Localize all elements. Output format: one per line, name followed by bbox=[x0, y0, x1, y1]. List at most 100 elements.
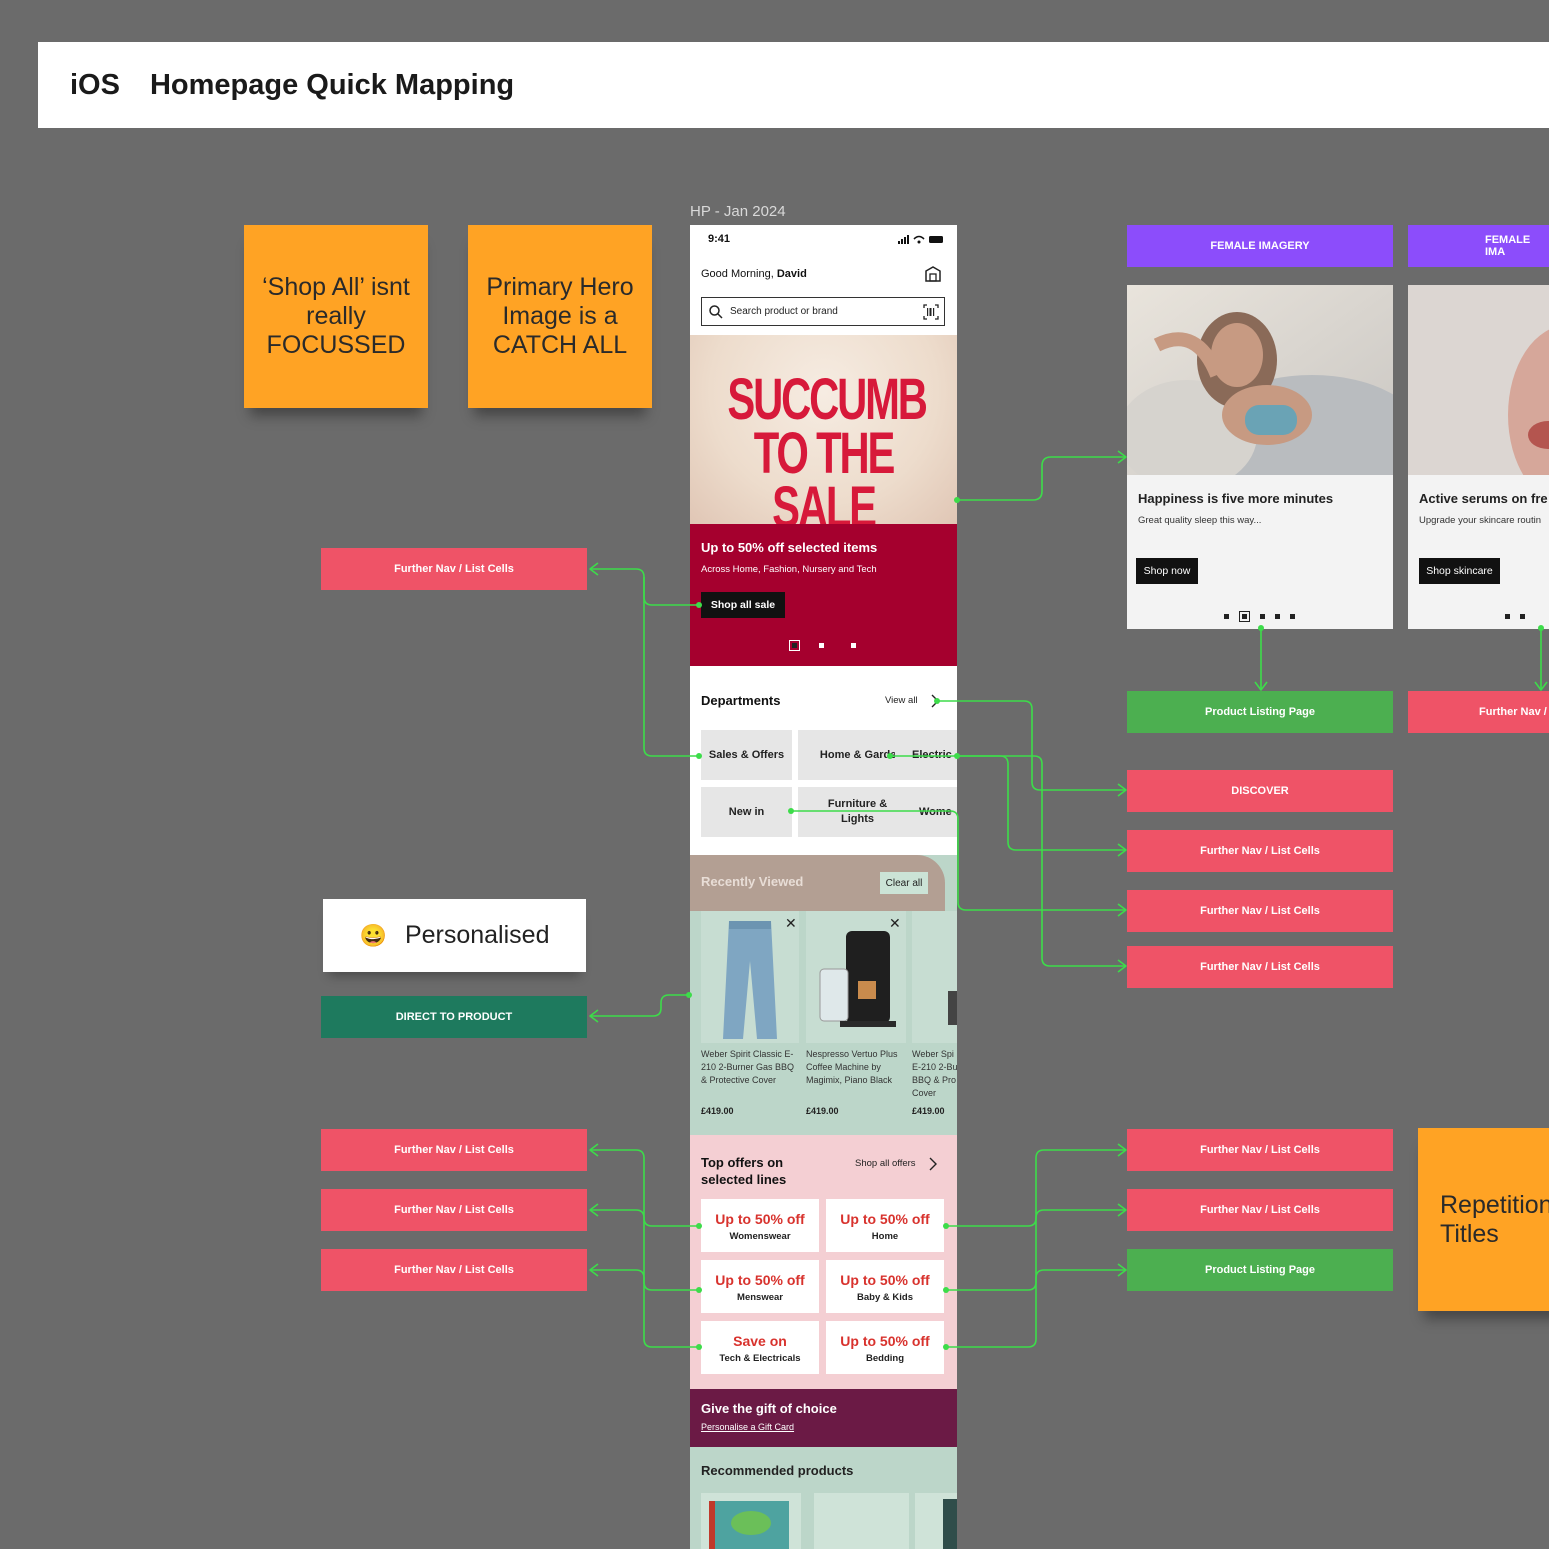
product-price: £419.00 bbox=[701, 1106, 734, 1116]
further-nav-tag: Further Nav / List Cells bbox=[1127, 830, 1393, 872]
status-time: 9:41 bbox=[708, 233, 731, 245]
page-title: Homepage Quick Mapping bbox=[149, 68, 515, 101]
product-price: £419.00 bbox=[806, 1106, 839, 1116]
further-nav-tag: Further Nav / List Cells bbox=[1127, 1129, 1393, 1171]
search-input[interactable]: Search product or brand bbox=[701, 297, 945, 326]
offer-category: Bedding bbox=[866, 1353, 904, 1364]
phone-frame: 9:41 Good Morning, David Search product … bbox=[690, 225, 957, 1549]
offer-tile-baby-kids[interactable]: Up to 50% off Baby & Kids bbox=[826, 1260, 944, 1313]
hero-card-title: Happiness is five more minutes bbox=[1138, 491, 1334, 506]
top-offers-title: Top offers on selected lines bbox=[701, 1155, 787, 1187]
further-nav-tag: Further Nav / List Cells bbox=[321, 1249, 587, 1291]
hero-promo-title: Up to 50% off selected items bbox=[701, 540, 878, 555]
hero-banner[interactable]: SUCCUMB TO THE SALE bbox=[690, 335, 957, 537]
chevron-right-icon[interactable] bbox=[928, 1157, 938, 1171]
remove-item-icon[interactable]: ✕ bbox=[889, 915, 901, 932]
recently-viewed-section: Recently Viewed Clear all ✕ Weber Spirit… bbox=[690, 855, 957, 1135]
shop-all-sale-button[interactable]: Shop all sale bbox=[701, 592, 785, 618]
gift-card-title: Give the gift of choice bbox=[701, 1401, 837, 1416]
offer-category: Home bbox=[871, 1231, 899, 1242]
departments-title: Departments bbox=[701, 693, 781, 708]
carousel-dots[interactable] bbox=[1500, 608, 1549, 629]
further-nav-tag: Further Nav / List Cells bbox=[321, 1189, 587, 1231]
recommended-product-image[interactable] bbox=[915, 1493, 957, 1549]
platform-label: iOS bbox=[70, 68, 120, 101]
carousel-dots[interactable] bbox=[1219, 608, 1300, 626]
hero-promo-subtitle: Across Home, Fashion, Nursery and Tech bbox=[701, 564, 877, 575]
product-listing-page-tag: Product Listing Page bbox=[1127, 691, 1393, 733]
discover-tag: DISCOVER bbox=[1127, 770, 1393, 812]
recommended-section: Recommended products bbox=[690, 1447, 957, 1549]
direct-to-product-tag: DIRECT TO PRODUCT bbox=[321, 996, 587, 1038]
offer-tile-tech[interactable]: Save on Tech & Electricals bbox=[701, 1321, 819, 1374]
female-imagery-tag: FEMALE IMAGERY bbox=[1127, 225, 1393, 267]
hero-card-title: Active serums on fre bbox=[1419, 491, 1548, 506]
offer-category: Womenswear bbox=[729, 1231, 791, 1242]
sticky-note-primary-hero: Primary Hero Image is a CATCH ALL bbox=[468, 225, 652, 408]
face-closeup-image bbox=[1408, 285, 1549, 475]
hero-card-skincare[interactable]: Active serums on fre Upgrade your skinca… bbox=[1408, 285, 1549, 629]
offer-headline: Up to 50% off bbox=[840, 1211, 930, 1227]
further-nav-tag: Further Nav / List Cells bbox=[321, 1129, 587, 1171]
gift-card-banner[interactable]: Give the gift of choice Personalise a Gi… bbox=[690, 1389, 957, 1447]
book-image bbox=[709, 1501, 789, 1549]
barcode-scan-icon[interactable] bbox=[923, 304, 939, 320]
grinning-face-icon: 😀 bbox=[359, 922, 387, 948]
product-image-bbq[interactable] bbox=[912, 911, 957, 1043]
offer-tile-menswear[interactable]: Up to 50% off Menswear bbox=[701, 1260, 819, 1313]
hero-carousel-dots[interactable] bbox=[784, 637, 861, 655]
clear-all-button[interactable]: Clear all bbox=[880, 872, 928, 894]
recommended-product-image[interactable] bbox=[701, 1493, 801, 1549]
status-icons bbox=[898, 235, 943, 244]
hero-line-1: SUCCUMB bbox=[727, 367, 927, 432]
product-name[interactable]: Weber Spirit Classic E-210 2-Burner Gas … bbox=[701, 1048, 796, 1087]
product-price: £419.00 bbox=[912, 1106, 945, 1116]
store-icon[interactable] bbox=[924, 265, 942, 283]
offer-tile-womenswear[interactable]: Up to 50% off Womenswear bbox=[701, 1199, 819, 1252]
top-offers-section: Top offers on selected lines Shop all of… bbox=[690, 1135, 957, 1389]
woman-in-bed-image bbox=[1127, 285, 1393, 475]
offer-headline: Up to 50% off bbox=[840, 1272, 930, 1288]
product-name[interactable]: Weber Spi E-210 2-Bur BBQ & Pro Cover bbox=[912, 1048, 957, 1100]
offer-category: Menswear bbox=[737, 1292, 783, 1303]
offer-category: Tech & Electricals bbox=[719, 1353, 801, 1364]
page-header: iOS Homepage Quick Mapping bbox=[38, 42, 1549, 128]
product-name[interactable]: Nespresso Vertuo Plus Coffee Machine by … bbox=[806, 1048, 904, 1087]
offer-headline: Up to 50% off bbox=[715, 1211, 805, 1227]
hero-promo-panel: Up to 50% off selected items Across Home… bbox=[690, 524, 957, 666]
shop-all-offers-link[interactable]: Shop all offers bbox=[855, 1158, 916, 1169]
sticky-note-repetition: Repetition Titles bbox=[1418, 1128, 1549, 1311]
search-placeholder: Search product or brand bbox=[730, 306, 838, 317]
person-image bbox=[943, 1499, 957, 1549]
further-nav-tag: Further Nav / List Cells bbox=[1127, 946, 1393, 988]
chevron-right-icon[interactable] bbox=[930, 694, 940, 708]
departments-view-all-link[interactable]: View all bbox=[885, 695, 918, 706]
hero-line-2: TO THE SALE bbox=[753, 421, 896, 540]
remove-item-icon[interactable]: ✕ bbox=[785, 915, 797, 932]
dept-tile-new-in[interactable]: New in bbox=[701, 787, 792, 837]
further-nav-tag: Further Nav / List Cells bbox=[321, 548, 587, 590]
greeting: Good Morning, David bbox=[701, 268, 807, 280]
personalise-gift-card-link[interactable]: Personalise a Gift Card bbox=[701, 1422, 794, 1432]
further-nav-tag: Further Nav / List Cells bbox=[1127, 1189, 1393, 1231]
dept-tile-electricals[interactable]: Electric bbox=[895, 730, 957, 780]
personalised-note: 😀 Personalised bbox=[323, 899, 586, 972]
recommended-product-image[interactable] bbox=[814, 1493, 909, 1549]
female-imagery-tag: FEMALE IMA bbox=[1408, 225, 1549, 267]
search-icon bbox=[709, 305, 723, 319]
dept-tile-sales-offers[interactable]: Sales & Offers bbox=[701, 730, 792, 780]
further-nav-tag: Further Nav / List Cells bbox=[1127, 890, 1393, 932]
offer-tile-bedding[interactable]: Up to 50% off Bedding bbox=[826, 1321, 944, 1374]
hero-card-sleep[interactable]: Happiness is five more minutes Great qua… bbox=[1127, 285, 1393, 629]
product-listing-page-tag: Product Listing Page bbox=[1127, 1249, 1393, 1291]
shop-skincare-button[interactable]: Shop skincare bbox=[1419, 558, 1500, 584]
greeting-prefix: Good Morning, bbox=[701, 268, 777, 280]
shop-now-button[interactable]: Shop now bbox=[1136, 558, 1198, 584]
recently-viewed-title: Recently Viewed bbox=[701, 874, 804, 889]
sticky-note-shop-all: ‘Shop All’ isnt really FOCUSSED bbox=[244, 225, 428, 408]
dept-tile-womenswear[interactable]: Wome bbox=[895, 787, 957, 837]
offer-tile-home[interactable]: Up to 50% off Home bbox=[826, 1199, 944, 1252]
recommended-title: Recommended products bbox=[701, 1463, 854, 1478]
hero-card-subtitle: Great quality sleep this way... bbox=[1138, 515, 1262, 526]
offer-headline: Up to 50% off bbox=[715, 1272, 805, 1288]
